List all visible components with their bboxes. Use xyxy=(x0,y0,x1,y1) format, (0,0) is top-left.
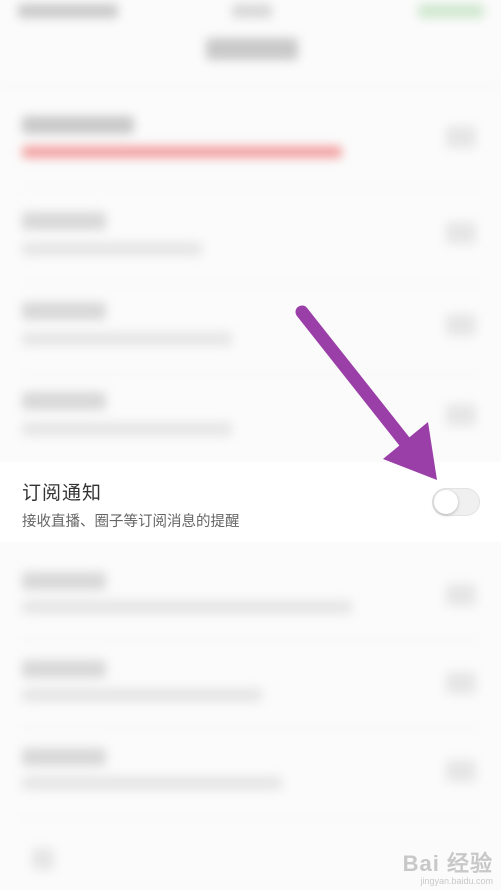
setting-row-4-title[interactable] xyxy=(22,392,106,410)
setting-row-4-desc xyxy=(22,422,232,436)
setting-row-3-desc xyxy=(22,332,232,346)
baidu-jingyan-watermark: Bai 经验 jingyan.baidu.com xyxy=(403,846,493,886)
setting-row-1-toggle[interactable] xyxy=(446,126,476,148)
status-bar-battery xyxy=(418,4,484,18)
setting-row-3-title[interactable] xyxy=(22,302,106,320)
setting-row-2-toggle[interactable] xyxy=(446,222,476,244)
setting-row-7-desc xyxy=(22,688,262,702)
setting-row-7-title[interactable] xyxy=(22,660,106,678)
setting-row-4-toggle[interactable] xyxy=(446,404,476,426)
setting-row-2-title[interactable] xyxy=(22,212,106,230)
row-divider xyxy=(20,284,481,285)
setting-row-8-desc xyxy=(22,776,282,790)
back-nav-button[interactable] xyxy=(32,848,54,870)
setting-row-8-title[interactable] xyxy=(22,748,106,766)
setting-row-6-toggle[interactable] xyxy=(446,584,476,606)
setting-row-3-toggle[interactable] xyxy=(446,314,476,336)
setting-row-2-desc xyxy=(22,242,202,256)
settings-screen: 订阅通知 接收直播、圈子等订阅消息的提醒 Bai 经验 jingyan.baid… xyxy=(0,0,501,890)
status-bar-time xyxy=(232,4,272,18)
row-divider xyxy=(20,818,481,819)
row-divider xyxy=(20,640,481,641)
status-bar-carrier xyxy=(18,4,118,18)
setting-row-7-toggle[interactable] xyxy=(446,672,476,694)
setting-title: 订阅通知 xyxy=(22,482,103,504)
row-divider xyxy=(20,188,481,189)
setting-row-6-desc xyxy=(22,600,352,614)
row-divider xyxy=(20,728,481,729)
page-title xyxy=(206,38,298,60)
header-divider xyxy=(0,86,501,87)
row-divider xyxy=(20,374,481,375)
setting-row-6-title[interactable] xyxy=(22,572,106,590)
subscription-notification-toggle[interactable] xyxy=(432,488,480,516)
blurred-content xyxy=(0,0,501,890)
toggle-knob xyxy=(434,490,458,514)
setting-row-1-title[interactable] xyxy=(22,116,134,134)
setting-row-1-warning xyxy=(22,146,342,158)
watermark-logo: Bai 经验 xyxy=(402,851,493,876)
setting-row-8-toggle[interactable] xyxy=(446,760,476,782)
setting-description: 接收直播、圈子等订阅消息的提醒 xyxy=(22,514,240,530)
